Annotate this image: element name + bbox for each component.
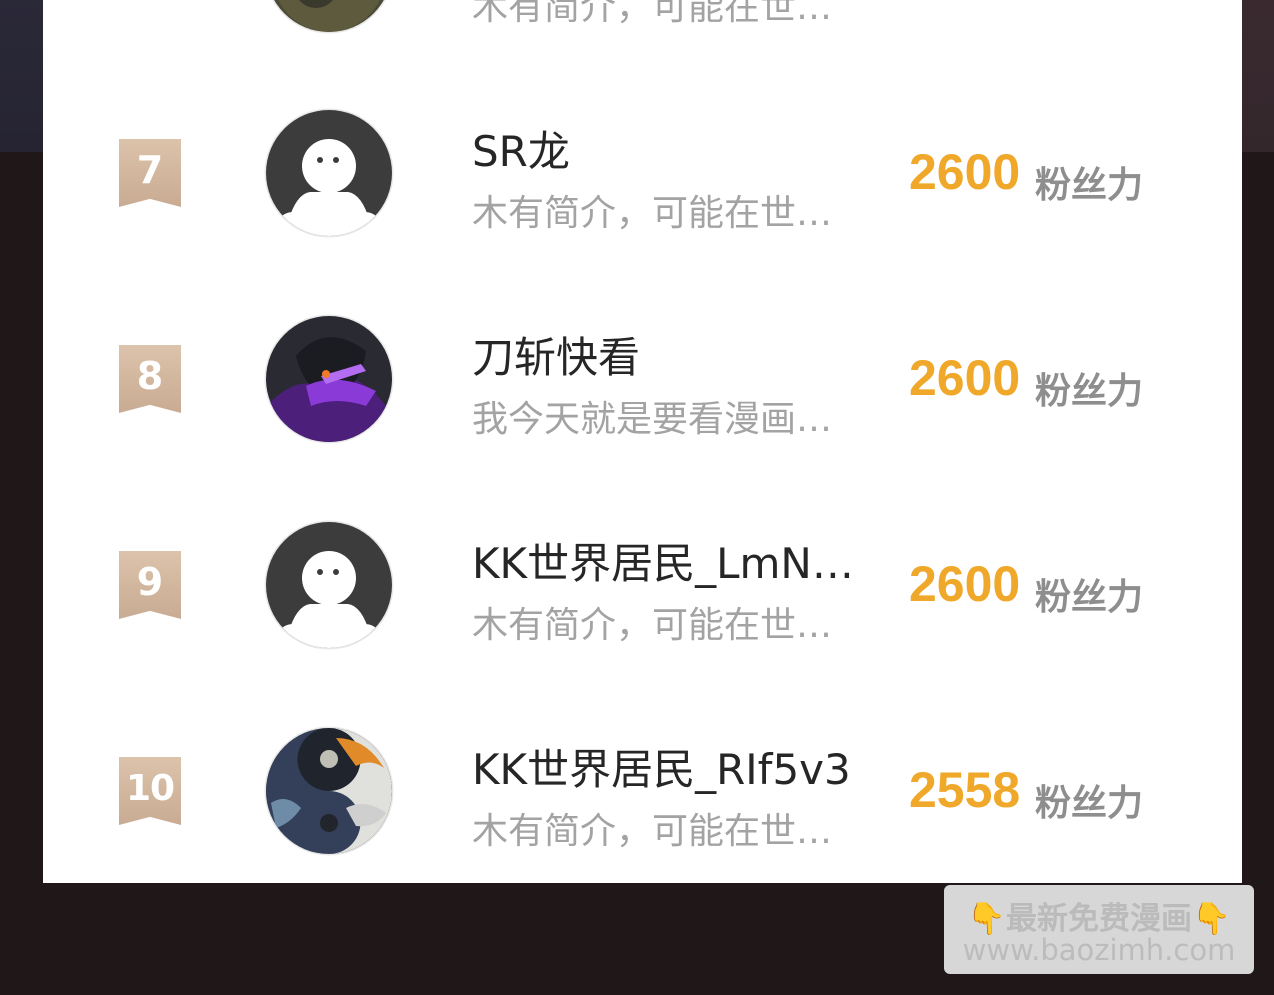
fan-power-score: 2600 <box>909 144 1021 200</box>
fan-power-unit: 粉丝力 <box>1035 577 1144 618</box>
avatar[interactable] <box>266 110 392 236</box>
avatar[interactable] <box>266 0 392 32</box>
background-left <box>0 0 44 152</box>
fan-power-unit: 粉丝力 <box>1035 371 1144 412</box>
rank-badge: 9 <box>119 551 181 619</box>
rank-badge: 10 <box>119 757 181 825</box>
watermark-title: 👇最新免费漫画👇 <box>944 893 1254 938</box>
list-item[interactable]: 8 刀斩快看 我今天就是要看漫画… 2600 粉丝力 <box>43 276 1242 482</box>
watermark-url[interactable]: www.baozimh.com <box>944 933 1254 967</box>
watermark-badge[interactable]: 👇最新免费漫画👇 www.baozimh.com <box>944 885 1254 974</box>
user-bio: 木有简介，可能在世… <box>472 605 833 646</box>
pointing-down-icon: 👇 <box>967 901 1006 937</box>
fan-power-score: 2600 <box>909 350 1021 406</box>
pointing-down-icon: 👇 <box>1192 901 1231 937</box>
fan-power-unit: 粉丝力 <box>1035 165 1144 206</box>
fan-power-score: 2558 <box>909 762 1021 818</box>
fan-power-score: 2600 <box>909 556 1021 612</box>
list-item[interactable]: 7 SR龙 木有简介，可能在世… 2600 粉丝力 <box>43 70 1242 276</box>
user-bio: 我今天就是要看漫画… <box>472 399 833 440</box>
fan-ranking-panel: 木有简介，可能在世… 7 SR龙 木有简介，可能在世… 2600 粉丝力 8 刀… <box>43 0 1242 883</box>
list-item-partial[interactable]: 木有简介，可能在世… <box>43 0 1242 32</box>
background-right <box>1240 0 1274 152</box>
rank-badge: 8 <box>119 345 181 413</box>
user-name[interactable]: SR龙 <box>472 118 862 179</box>
user-bio: 木有简介，可能在世… <box>472 811 833 852</box>
list-item[interactable]: 10 KK世界居民_RIf5v3 木有简介，可能在世… 2558 粉丝力 <box>43 688 1242 883</box>
list-item[interactable]: 9 KK世界居民_LmN… 木有简介，可能在世… 2600 粉丝力 <box>43 482 1242 688</box>
user-name[interactable]: KK世界居民_RIf5v3 <box>472 736 862 797</box>
user-name[interactable]: 刀斩快看 <box>472 324 862 385</box>
avatar[interactable] <box>266 316 392 442</box>
rank-badge: 7 <box>119 139 181 207</box>
user-bio: 木有简介，可能在世… <box>472 0 833 28</box>
avatar[interactable] <box>266 522 392 648</box>
user-name[interactable]: KK世界居民_LmN… <box>472 530 862 591</box>
fan-power-unit: 粉丝力 <box>1035 783 1144 824</box>
user-bio: 木有简介，可能在世… <box>472 193 833 234</box>
watermark-text: 最新免费漫画 <box>1006 901 1192 937</box>
avatar[interactable] <box>266 728 392 854</box>
